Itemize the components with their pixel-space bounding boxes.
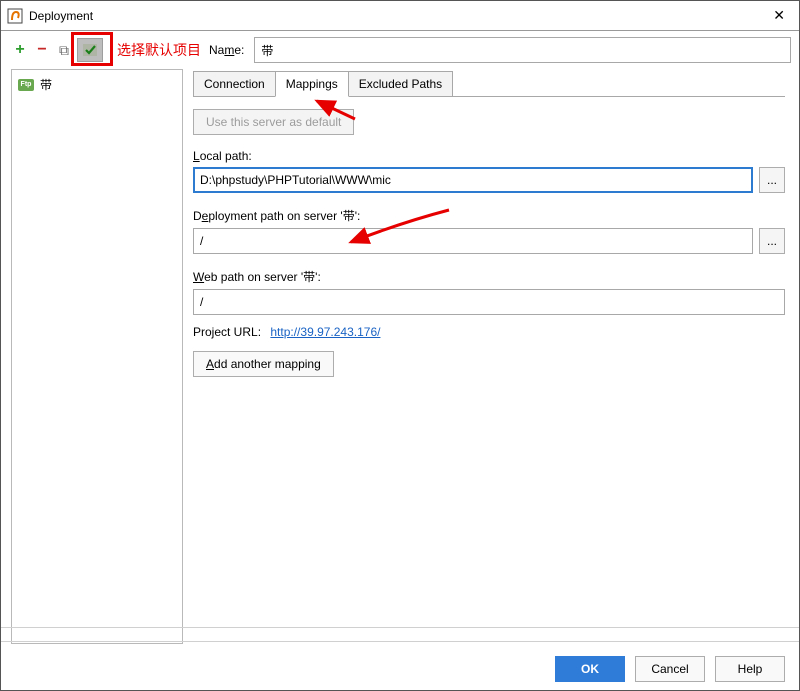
tab-excluded-paths[interactable]: Excluded Paths — [348, 71, 453, 96]
web-path-input[interactable] — [193, 289, 785, 315]
help-button[interactable]: Help — [715, 656, 785, 682]
local-path-input[interactable] — [193, 167, 753, 193]
deployment-path-input[interactable] — [193, 228, 753, 254]
project-url-row: Project URL: http://39.97.243.176/ — [193, 325, 785, 339]
browse-local-path-button[interactable]: ... — [759, 167, 785, 193]
main-panel: Connection Mappings Excluded Paths Use t… — [183, 65, 799, 655]
project-url-label: Project URL: — [193, 325, 261, 339]
app-icon — [7, 8, 23, 24]
server-list-item[interactable]: Ftp 带 — [14, 74, 180, 95]
deployment-path-label: Deployment path on server '带': — [193, 207, 785, 224]
use-this-server-as-default-button: Use this server as default — [193, 109, 354, 135]
name-label: Name: — [209, 43, 244, 57]
copy-button[interactable]: ⧉ — [55, 41, 73, 59]
separator — [1, 627, 799, 628]
web-path-label: Web path on server '带': — [193, 268, 785, 285]
set-default-button[interactable] — [77, 38, 103, 62]
tab-connection[interactable]: Connection — [193, 71, 276, 96]
close-button[interactable]: ✕ — [767, 5, 791, 26]
local-path-label: Local path: — [193, 149, 785, 163]
tab-mappings[interactable]: Mappings — [275, 71, 349, 97]
cancel-button[interactable]: Cancel — [635, 656, 705, 682]
window-title: Deployment — [29, 9, 93, 23]
server-name-input[interactable] — [254, 37, 791, 63]
title-bar: Deployment ✕ — [1, 1, 799, 31]
project-url-link[interactable]: http://39.97.243.176/ — [270, 325, 380, 339]
separator — [1, 641, 799, 642]
add-button[interactable]: + — [11, 41, 29, 59]
ok-button[interactable]: OK — [555, 656, 625, 682]
remove-button[interactable]: − — [33, 41, 51, 59]
dialog-buttons: OK Cancel Help — [555, 656, 785, 682]
server-list-item-label: 带 — [40, 76, 52, 93]
browse-deployment-path-button[interactable]: ... — [759, 228, 785, 254]
annotation-text: 选择默认项目 — [117, 40, 201, 60]
server-list[interactable]: Ftp 带 — [11, 69, 183, 644]
tabs: Connection Mappings Excluded Paths — [193, 71, 785, 97]
ftp-icon: Ftp — [18, 79, 34, 91]
add-another-mapping-button[interactable]: Add another mapping — [193, 351, 334, 377]
toolbar: + − ⧉ 选择默认项目 Name: — [1, 31, 799, 65]
